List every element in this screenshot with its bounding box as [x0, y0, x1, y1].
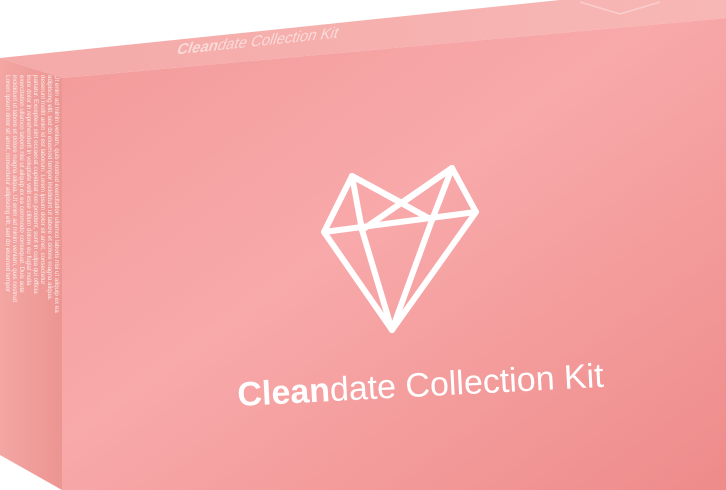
side-text-line: incididunt ut labore et dolore magna ali…: [11, 75, 18, 303]
side-text-line: deserunt mollit anim id est laborum. Lor…: [39, 75, 46, 284]
product-box: Cleandate Collection Kit Lorem ipsum dol…: [0, 0, 726, 490]
product-box-scene: Cleandate Collection Kit Lorem ipsum dol…: [0, 0, 726, 490]
side-text-line: exercitation ullamco laboris nisi ut ali…: [18, 75, 25, 293]
side-text-line: adipiscing elit, sed do eiusmod tempor i…: [46, 75, 53, 301]
side-text-block: Lorem ipsum dolor sit amet, consectetur …: [4, 75, 60, 313]
side-text-line: pariatur. Excepteur sint occaecat cupida…: [32, 75, 39, 294]
side-text-line: Lorem ipsum dolor sit amet, consectetur …: [4, 75, 11, 292]
side-text-line: irure dolor in reprehenderit in voluptat…: [25, 75, 32, 286]
box-front-face: [62, 18, 726, 490]
side-text-line: Ut enim ad minim veniam, quis nostrud ex…: [53, 75, 60, 313]
